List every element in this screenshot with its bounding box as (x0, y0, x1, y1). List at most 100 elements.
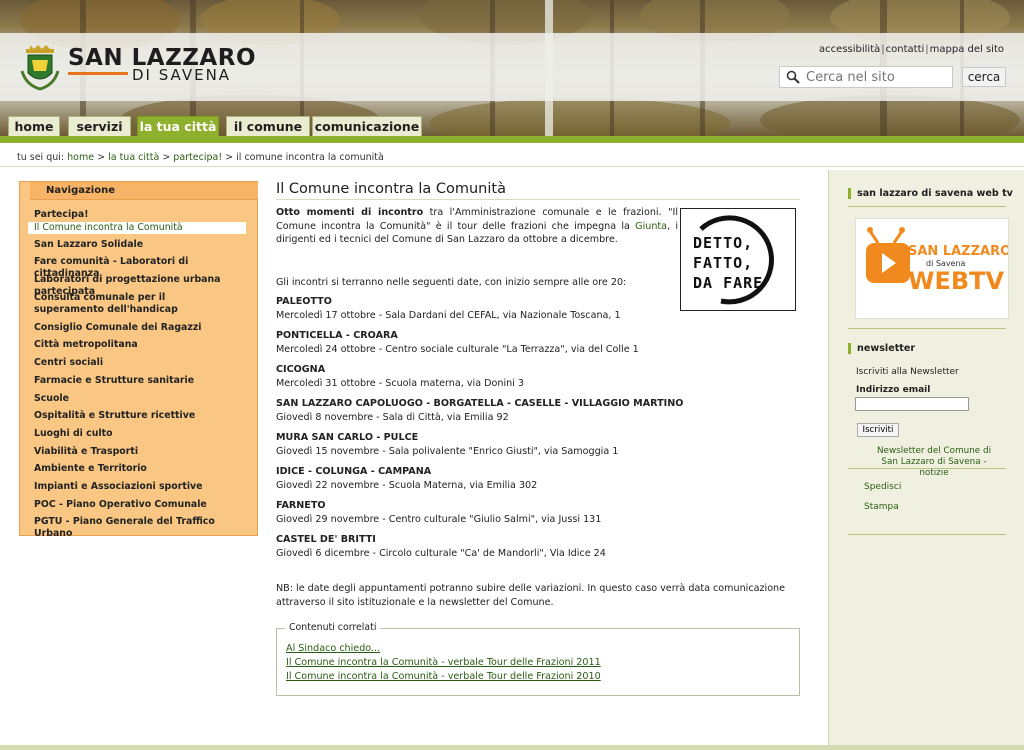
webtv-logo-line3: WEBTV (908, 267, 1005, 295)
tab-home[interactable]: home (8, 116, 60, 136)
webtv-logo-icon: SAN LAZZARO di Savena WEBTV (866, 227, 1011, 295)
meeting-detail: Mercoledì 17 ottobre - Sala Dardani del … (276, 309, 621, 321)
sidebar-navigation: Navigazione Partecipa! Il Comune incontr… (19, 181, 258, 539)
sidebar-item-viabilita[interactable]: Viabilità e Trasporti (34, 446, 244, 458)
breadcrumb-home[interactable]: home (67, 152, 94, 163)
meeting-detail: Giovedì 22 novembre - Scuola Materna, vi… (276, 479, 538, 491)
meeting-detail: Giovedì 6 dicembre - Circolo culturale "… (276, 547, 606, 559)
newsletter-subtitle: Iscriviti alla Newsletter (856, 367, 959, 377)
meeting-location: MURA SAN CARLO - PULCE (276, 432, 419, 443)
sidebar-item-scuole[interactable]: Scuole (34, 393, 244, 405)
sidebar-item-impianti-sportivi[interactable]: Impianti e Associazioni sportive (34, 481, 244, 493)
search-icon (786, 70, 800, 84)
meeting-detail: Giovedì 15 novembre - Sala polivalente "… (276, 445, 619, 457)
meeting-item: FARNETO Giovedì 29 novembre - Centro cul… (276, 499, 796, 526)
meeting-item: MURA SAN CARLO - PULCE Giovedì 15 novemb… (276, 431, 796, 458)
subscribe-button[interactable]: Iscriviti (857, 423, 899, 437)
related-content-box: Contenuti correlati Al Sindaco chiedo...… (276, 622, 800, 696)
webtv-logo-line1: SAN LAZZARO (908, 244, 1008, 259)
sidebar-item-ambiente[interactable]: Ambiente e Territorio (34, 463, 244, 475)
webtv-banner[interactable]: SAN LAZZARO di Savena WEBTV (855, 218, 1011, 319)
search-box (779, 66, 953, 88)
meeting-location: CICOGNA (276, 364, 326, 375)
newsletter-divider (848, 328, 1006, 329)
promo-line-1: DETTO, (693, 234, 754, 252)
meeting-location: SAN LAZZARO CAPOLUOGO - BORGATELLA - CAS… (276, 398, 684, 409)
sidebar-item-citta-metropolitana[interactable]: Città metropolitana (34, 339, 244, 351)
breadcrumb-prefix: tu sei qui: (17, 152, 65, 163)
meeting-item: PALEOTTO Mercoledì 17 ottobre - Sala Dar… (276, 295, 796, 322)
meeting-detail: Mercoledì 31 ottobre - Scuola materna, v… (276, 377, 525, 389)
promo-line-3: DA FARE (693, 274, 764, 292)
sidebar-item-luoghi-culto[interactable]: Luoghi di culto (34, 428, 244, 440)
sidebar-item-partecipa[interactable]: Partecipa! (34, 209, 244, 221)
meeting-item: SAN LAZZARO CAPOLUOGO - BORGATELLA - CAS… (276, 397, 796, 424)
related-content-legend: Contenuti correlati (285, 622, 381, 633)
related-link-verbale-2010[interactable]: Il Comune incontra la Comunità - verbale… (286, 671, 601, 682)
sidebar-item-san-lazzaro-solidale[interactable]: San Lazzaro Solidale (34, 239, 244, 251)
search-button[interactable]: cerca (962, 67, 1006, 87)
email-label: Indirizzo email (856, 385, 931, 395)
sitemap-link[interactable]: mappa del sito (930, 44, 1004, 55)
sidebar-item-ospitalita[interactable]: Ospitalità e Strutture ricettive (34, 410, 244, 422)
utility-links: accessibilità|contatti|mappa del sito (819, 44, 1004, 55)
tab-comunicazione[interactable]: comunicazione (312, 116, 422, 136)
meeting-location: PALEOTTO (276, 296, 332, 307)
intro-bold: Otto momenti di incontro (276, 207, 424, 218)
site-subtitle[interactable]: DI SAVENA (132, 66, 231, 84)
email-field[interactable] (855, 397, 969, 411)
meeting-detail: Giovedì 8 novembre - Sala di Città, via … (276, 411, 509, 423)
related-link-sindaco[interactable]: Al Sindaco chiedo... (286, 643, 380, 654)
meeting-location: FARNETO (276, 500, 326, 511)
sidebar-heading: Navigazione (30, 182, 258, 200)
breadcrumb-la-tua-citta[interactable]: la tua città (108, 152, 159, 163)
newsletter-link[interactable]: Newsletter del Comune di San Lazzaro di … (869, 446, 999, 479)
breadcrumb-divider (0, 166, 1024, 167)
newsletter-heading: newsletter (848, 343, 915, 354)
page-title: Il Comune incontra la Comunità (276, 181, 506, 197)
actions-divider (848, 468, 1006, 469)
nav-strip (0, 136, 1024, 143)
sidebar-item-farmacie[interactable]: Farmacie e Strutture sanitarie (34, 375, 244, 387)
meeting-item: PONTICELLA - CROARA Mercoledì 24 ottobre… (276, 329, 796, 356)
tab-il-comune[interactable]: il comune (226, 116, 310, 136)
meeting-location: IDICE - COLUNGA - CAMPANA (276, 466, 432, 477)
giunta-link[interactable]: Giunta (635, 221, 667, 232)
meeting-item: CASTEL DE' BRITTI Giovedì 6 dicembre - C… (276, 533, 796, 560)
breadcrumb-partecipa[interactable]: partecipa! (173, 152, 222, 163)
dates-intro: Gli incontri si terranno nelle seguenti … (276, 277, 627, 288)
related-link-verbale-2011[interactable]: Il Comune incontra la Comunità - verbale… (286, 657, 601, 668)
tab-servizi[interactable]: servizi (68, 116, 131, 136)
meeting-item: IDICE - COLUNGA - CAMPANA Giovedì 22 nov… (276, 465, 796, 492)
contacts-link[interactable]: contatti (886, 44, 925, 55)
footer-strip (0, 745, 1024, 750)
note-paragraph: NB: le date degli appuntamenti potranno … (276, 583, 786, 608)
webtv-heading: san lazzaro di savena web tv (848, 188, 1013, 199)
meeting-item: CICOGNA Mercoledì 31 ottobre - Scuola ma… (276, 363, 796, 390)
right-sidebar: san lazzaro di savena web tv SAN LAZZARO… (828, 170, 1024, 750)
sidebar-item-consulta-handicap[interactable]: Consulta comunale per il superamento del… (34, 292, 214, 316)
breadcrumb-current: il comune incontra la comunità (236, 152, 384, 163)
meeting-location: CASTEL DE' BRITTI (276, 534, 376, 545)
promo-line-2: FATTO, (693, 254, 754, 272)
search-input[interactable] (806, 69, 946, 85)
sidebar-item-pgtu[interactable]: PGTU - Piano Generale del Traffico Urban… (34, 516, 244, 540)
sidebar-item-poc[interactable]: POC - Piano Operativo Comunale (34, 499, 244, 511)
actions-bottom-divider (848, 534, 1006, 535)
sidebar-item-centri-sociali[interactable]: Centri sociali (34, 357, 244, 369)
send-link[interactable]: Spedisci (864, 482, 901, 492)
title-divider (276, 199, 800, 200)
tab-la-tua-citta[interactable]: la tua città (137, 116, 219, 136)
meeting-detail: Mercoledì 24 ottobre - Centro sociale cu… (276, 343, 639, 355)
meeting-detail: Giovedì 29 novembre - Centro culturale "… (276, 513, 602, 525)
logo-accent-line (68, 72, 128, 75)
breadcrumb: tu sei qui: home > la tua città > partec… (17, 152, 384, 163)
print-link[interactable]: Stampa (864, 502, 899, 512)
sidebar-item-consiglio-ragazzi[interactable]: Consiglio Comunale dei Ragazzi (34, 322, 244, 334)
promo-text: DETTO, FATTO, DA FARE (693, 233, 763, 293)
accessibility-link[interactable]: accessibilità (819, 44, 880, 55)
sidebar-item-comune-incontra-comunita[interactable]: Il Comune incontra la Comunità (28, 222, 246, 234)
municipal-crest-icon[interactable] (18, 43, 62, 93)
intro-paragraph: Otto momenti di incontro tra l'Amministr… (276, 206, 678, 247)
meeting-location: PONTICELLA - CROARA (276, 330, 398, 341)
